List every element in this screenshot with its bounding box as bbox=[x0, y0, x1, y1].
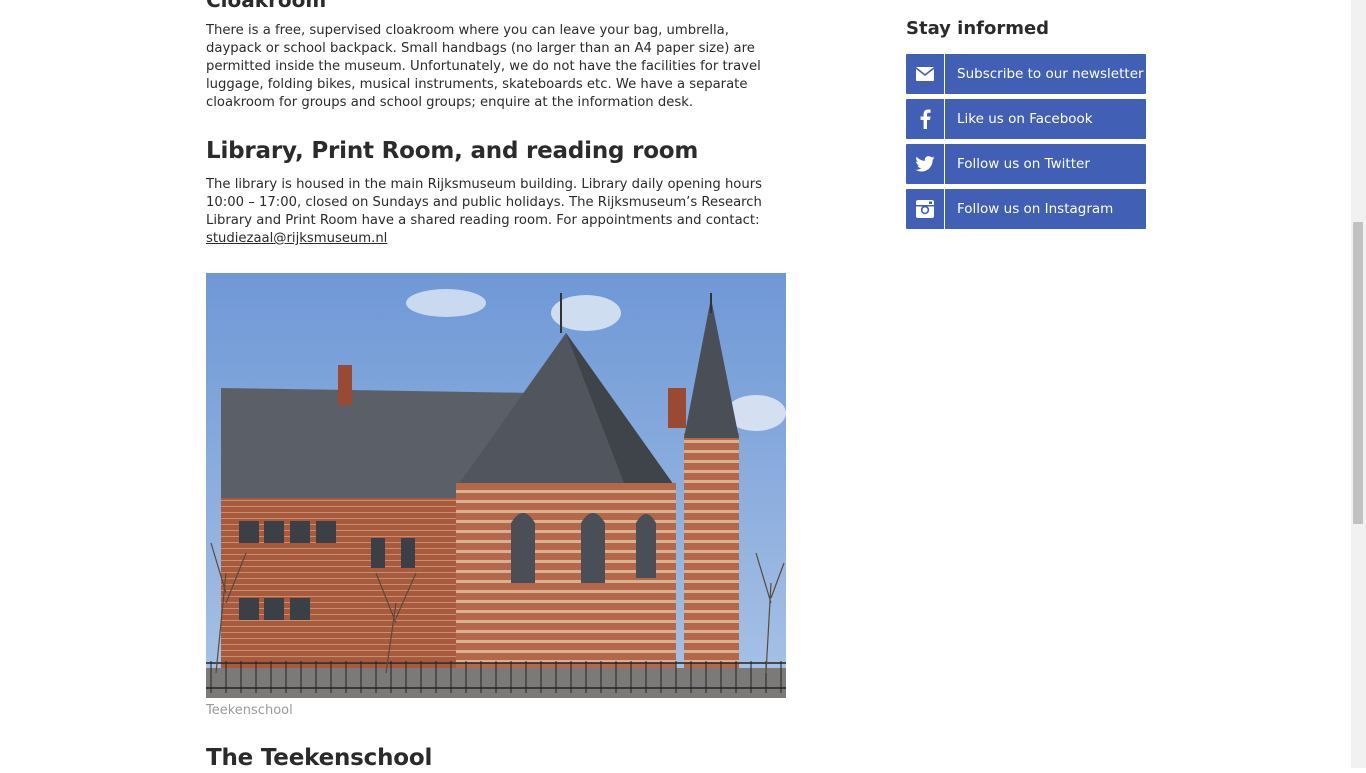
instagram-icon bbox=[906, 189, 945, 229]
library-email-link[interactable]: studiezaal@rijksmuseum.nl bbox=[206, 231, 387, 246]
library-text: The library is housed in the main Rijksm… bbox=[206, 176, 786, 248]
facebook-icon bbox=[906, 99, 945, 139]
library-text-body: The library is housed in the main Rijksm… bbox=[206, 177, 763, 228]
facebook-label: Like us on Facebook bbox=[957, 111, 1093, 127]
twitter-button[interactable]: Follow us on Twitter bbox=[906, 144, 1146, 184]
cloakroom-text: There is a free, supervised cloakroom wh… bbox=[206, 23, 761, 110]
instagram-button[interactable]: Follow us on Instagram bbox=[906, 189, 1146, 229]
cloakroom-heading: Cloakroom bbox=[206, 0, 327, 12]
stay-informed-title: Stay informed bbox=[906, 18, 1050, 39]
library-heading: Library, Print Room, and reading room bbox=[206, 138, 699, 164]
instagram-label: Follow us on Instagram bbox=[957, 201, 1114, 217]
twitter-icon bbox=[906, 144, 945, 184]
newsletter-button[interactable]: Subscribe to our newsletter bbox=[906, 54, 1146, 94]
newsletter-label: Subscribe to our newsletter bbox=[957, 66, 1144, 82]
envelope-icon bbox=[906, 54, 945, 94]
image-caption: Teekenschool bbox=[206, 703, 293, 718]
facebook-button[interactable]: Like us on Facebook bbox=[906, 99, 1146, 139]
teekenschool-photo bbox=[206, 273, 786, 698]
teekenschool-heading: The Teekenschool bbox=[206, 745, 433, 771]
twitter-label: Follow us on Twitter bbox=[957, 156, 1090, 172]
page-scrollbar[interactable] bbox=[1351, 0, 1366, 768]
scrollbar-thumb[interactable] bbox=[1353, 222, 1363, 524]
